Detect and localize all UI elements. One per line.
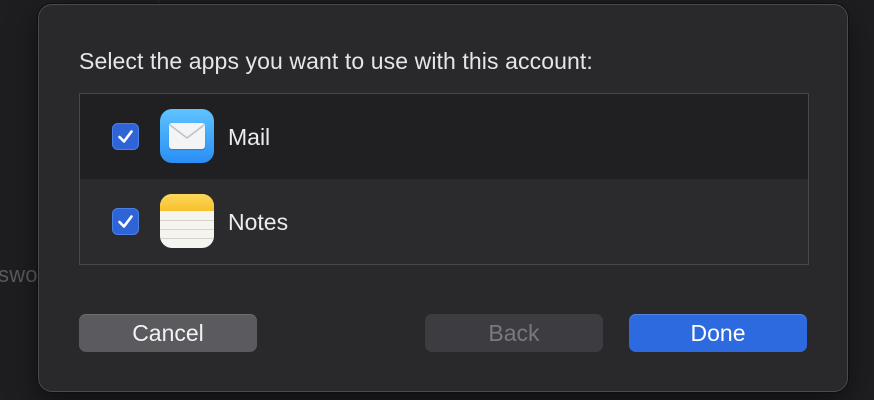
dialog-prompt: Select the apps you want to use with thi… bbox=[79, 48, 593, 74]
account-apps-dialog: Select the apps you want to use with thi… bbox=[38, 4, 848, 392]
checkmark-icon bbox=[118, 215, 133, 228]
back-button[interactable]: Back bbox=[425, 314, 603, 352]
notes-checkbox[interactable] bbox=[112, 208, 139, 235]
done-button[interactable]: Done bbox=[629, 314, 807, 352]
app-list: Mail Notes bbox=[79, 93, 809, 265]
background-partial-text: swo bbox=[0, 262, 38, 287]
list-item-mail[interactable]: Mail bbox=[80, 94, 808, 179]
checkmark-icon bbox=[118, 130, 133, 143]
cancel-button[interactable]: Cancel bbox=[79, 314, 257, 352]
list-item-notes[interactable]: Notes bbox=[80, 179, 808, 264]
mail-icon bbox=[160, 109, 214, 163]
mail-checkbox[interactable] bbox=[112, 123, 139, 150]
notes-icon bbox=[160, 194, 214, 248]
app-name-mail: Mail bbox=[228, 124, 271, 150]
app-name-notes: Notes bbox=[228, 209, 289, 235]
